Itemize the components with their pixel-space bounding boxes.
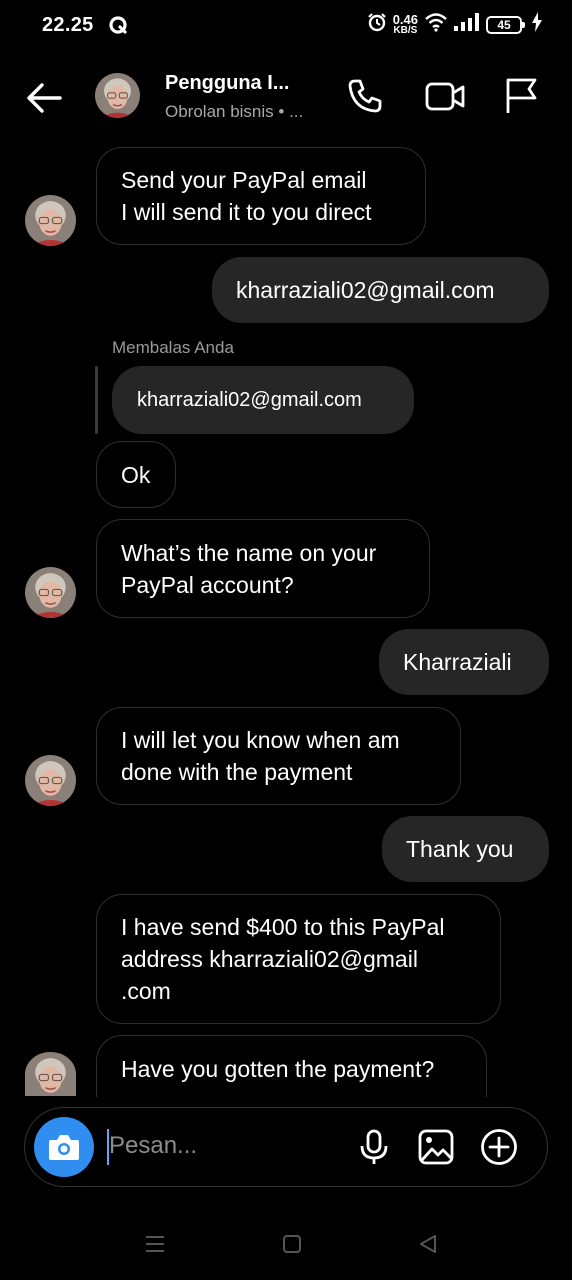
message-text-line: .com — [121, 978, 171, 1004]
incoming-message[interactable]: Ok — [96, 441, 176, 508]
message-text-line: done with the payment — [121, 759, 353, 785]
message-text-line: address kharraziali02@gmail — [121, 946, 418, 972]
outgoing-message[interactable]: Kharraziali — [379, 629, 549, 695]
reply-quote-bar — [95, 366, 98, 434]
menu-icon[interactable] — [145, 1234, 165, 1259]
home-icon[interactable] — [282, 1234, 302, 1259]
status-time: 22.25 — [42, 14, 94, 36]
message-text-line: I will send it to you direct — [121, 199, 372, 225]
reply-label: Membalas Anda — [112, 338, 234, 357]
incoming-message[interactable]: Send your PayPal email I will send it to… — [96, 147, 426, 245]
message-text-line: Send your PayPal email — [121, 167, 367, 193]
message-text-line: Have you gotten the payment? — [121, 1056, 435, 1082]
gallery-icon[interactable] — [417, 1128, 455, 1166]
net-speed-unit: KB/S — [393, 24, 418, 36]
incoming-message[interactable]: Have you gotten the payment? — [96, 1035, 487, 1097]
back-arrow-icon[interactable] — [24, 80, 64, 116]
phone-icon[interactable] — [345, 76, 385, 116]
microphone-icon[interactable] — [355, 1128, 393, 1166]
charging-icon — [532, 12, 542, 37]
camera-icon[interactable] — [34, 1117, 94, 1177]
message-text-line: kharraziali02@gmail.com — [236, 277, 495, 303]
incoming-message[interactable]: What’s the name on your PayPal account? — [96, 519, 430, 618]
sender-avatar — [25, 755, 76, 806]
contact-name[interactable]: Pengguna I... — [165, 72, 289, 95]
wifi-icon — [424, 12, 448, 37]
battery-icon: 45 — [486, 15, 525, 34]
contact-avatar[interactable] — [95, 73, 140, 118]
incoming-message[interactable]: I will let you know when am done with th… — [96, 707, 461, 805]
signal-icon — [454, 13, 480, 36]
status-bar: 22.25 0.46 KB/S 45 — [0, 0, 572, 52]
q-app-icon — [108, 15, 128, 40]
message-text-line: I will let you know when am — [121, 727, 400, 753]
alarm-icon — [367, 12, 387, 37]
message-text-line: Kharraziali — [403, 649, 512, 675]
add-icon[interactable] — [480, 1128, 518, 1166]
chat-header: Pengguna I... Obrolan bisnis • ... — [0, 60, 572, 136]
message-composer — [24, 1107, 548, 1187]
net-speed: 0.46 KB/S — [393, 13, 418, 36]
message-text-line: What’s the name on your — [121, 539, 377, 566]
flag-icon[interactable] — [502, 76, 542, 116]
sender-avatar — [25, 567, 76, 618]
outgoing-message[interactable]: Thank you — [382, 816, 549, 882]
reply-quote-bubble[interactable]: kharraziali02@gmail.com — [112, 366, 414, 434]
message-input[interactable] — [109, 1126, 349, 1166]
message-text-line: Thank you — [406, 836, 514, 862]
back-nav-icon[interactable] — [418, 1234, 438, 1259]
video-icon[interactable] — [424, 76, 465, 116]
message-text-line: I have send $400 to this PayPal — [121, 914, 445, 940]
chat-subtitle: Obrolan bisnis • ... — [165, 102, 304, 121]
message-text-line: Ok — [121, 461, 151, 488]
message-text-line: PayPal account? — [121, 571, 294, 598]
sender-avatar — [25, 195, 76, 246]
system-nav-bar — [0, 1210, 572, 1280]
sender-avatar — [25, 1052, 76, 1096]
outgoing-message[interactable]: kharraziali02@gmail.com — [212, 257, 549, 323]
incoming-message[interactable]: I have send $400 to this PayPal address … — [96, 894, 501, 1024]
